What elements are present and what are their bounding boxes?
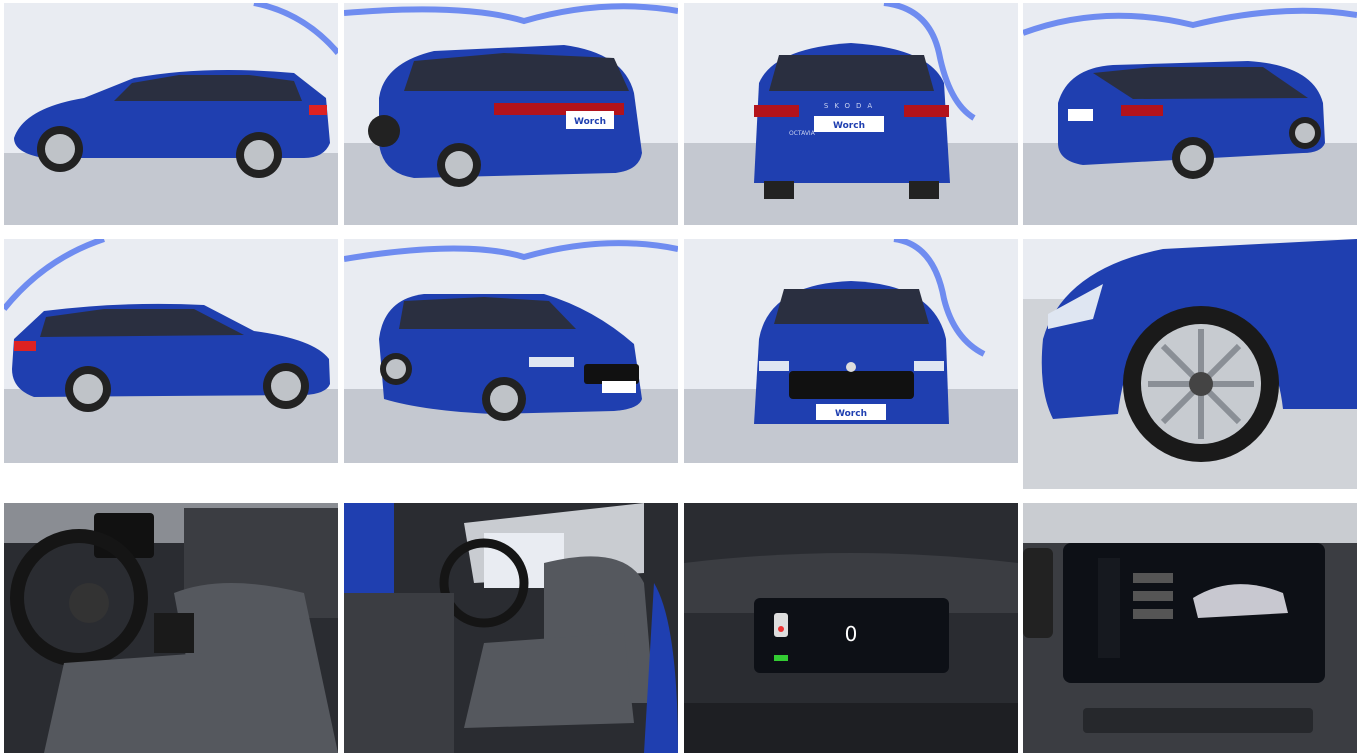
- car-rear-right-photo: [1023, 3, 1357, 225]
- gallery-image-5-side-right[interactable]: [4, 239, 338, 463]
- front-seats-photo: [344, 503, 678, 753]
- gallery-image-9-dashboard[interactable]: [4, 503, 338, 753]
- gallery-image-6-front-left[interactable]: [344, 239, 678, 463]
- instrument-cluster-photo: 0: [684, 503, 1018, 753]
- gallery-image-3-rear[interactable]: SKODA OCTAVIA Worch: [684, 3, 1018, 225]
- car-side-left-photo: [4, 3, 338, 225]
- gallery-image-1-side-left[interactable]: [4, 3, 338, 225]
- gallery-image-11-instrument-cluster[interactable]: 0: [684, 503, 1018, 753]
- gallery-image-12-infotainment[interactable]: [1023, 503, 1357, 753]
- infotainment-screen-photo: [1023, 503, 1357, 753]
- gallery-image-10-front-seats[interactable]: [344, 503, 678, 753]
- car-front-photo: Worch: [684, 239, 1018, 463]
- gallery-image-2-rear-left[interactable]: Worch: [344, 3, 678, 225]
- gallery-image-7-front[interactable]: Worch: [684, 239, 1018, 463]
- dealer-plate-text-front: Worch: [835, 409, 867, 419]
- car-front-left-photo: [344, 239, 678, 463]
- front-wheel-detail-photo: [1023, 239, 1357, 489]
- car-rear-left-photo: Worch: [344, 3, 678, 225]
- dashboard-steering-wheel-photo: [4, 503, 338, 753]
- gallery-image-8-wheel-detail[interactable]: [1023, 239, 1357, 489]
- car-rear-photo: SKODA OCTAVIA Worch: [684, 3, 1018, 225]
- rear-brand-text: SKODA: [824, 102, 878, 110]
- gallery-image-4-rear-right[interactable]: [1023, 3, 1357, 225]
- car-side-right-photo: [4, 239, 338, 463]
- rear-model-text: OCTAVIA: [789, 130, 816, 137]
- dealer-plate-text-rear: Worch: [833, 121, 865, 131]
- dealer-plate-text: Worch: [574, 117, 606, 127]
- cluster-speed-readout: 0: [845, 622, 858, 646]
